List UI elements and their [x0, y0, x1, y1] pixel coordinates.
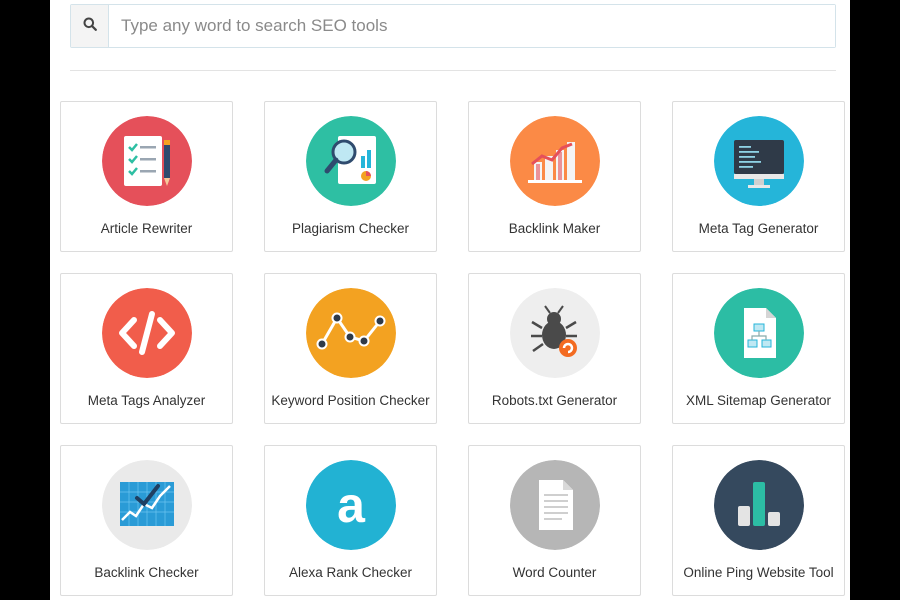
backlink-checker-icon [102, 460, 192, 550]
tool-card-meta-tag-generator[interactable]: Meta Tag Generator [672, 101, 845, 252]
tool-card-alexa-rank-checker[interactable]: a Alexa Rank Checker [264, 445, 437, 596]
divider [70, 70, 836, 71]
tool-label: Word Counter [512, 565, 597, 580]
alexa-rank-checker-icon: a [306, 460, 396, 550]
meta-tag-generator-icon [714, 116, 804, 206]
tool-label: Plagiarism Checker [291, 221, 410, 236]
search-button[interactable] [71, 5, 109, 47]
search-input[interactable] [109, 5, 835, 47]
svg-text:a: a [337, 477, 366, 533]
keyword-position-checker-icon [306, 288, 396, 378]
search-icon [83, 17, 97, 36]
tool-label: Meta Tag Generator [698, 221, 819, 236]
tool-card-plagiarism-checker[interactable]: Plagiarism Checker [264, 101, 437, 252]
tool-card-meta-tags-analyzer[interactable]: Meta Tags Analyzer [60, 273, 233, 424]
search-bar [70, 4, 836, 48]
word-counter-icon [510, 460, 600, 550]
tool-label: Keyword Position Checker [271, 393, 430, 408]
xml-sitemap-generator-icon [714, 288, 804, 378]
tool-card-article-rewriter[interactable]: Article Rewriter [60, 101, 233, 252]
backlink-maker-icon [510, 116, 600, 206]
tool-card-online-ping-website-tool[interactable]: Online Ping Website Tool [672, 445, 845, 596]
tool-label: Backlink Checker [94, 565, 199, 580]
robots-txt-generator-icon [510, 288, 600, 378]
tool-card-keyword-position-checker[interactable]: Keyword Position Checker [264, 273, 437, 424]
tool-card-word-counter[interactable]: Word Counter [468, 445, 641, 596]
tool-label: Robots.txt Generator [491, 393, 618, 408]
tool-label: Backlink Maker [508, 221, 601, 236]
tool-label: Article Rewriter [100, 221, 193, 236]
tool-card-backlink-checker[interactable]: Backlink Checker [60, 445, 233, 596]
tool-label: Alexa Rank Checker [288, 565, 413, 580]
tool-card-backlink-maker[interactable]: Backlink Maker [468, 101, 641, 252]
article-rewriter-icon [102, 116, 192, 206]
plagiarism-checker-icon [306, 116, 396, 206]
tool-label: Meta Tags Analyzer [87, 393, 206, 408]
tool-card-robots-txt-generator[interactable]: Robots.txt Generator [468, 273, 641, 424]
online-ping-website-tool-icon [714, 460, 804, 550]
tool-label: XML Sitemap Generator [685, 393, 832, 408]
meta-tags-analyzer-icon [102, 288, 192, 378]
tool-card-xml-sitemap-generator[interactable]: XML Sitemap Generator [672, 273, 845, 424]
page: Article Rewriter Plagiarism Checker [50, 0, 850, 600]
tool-label: Online Ping Website Tool [683, 565, 834, 580]
